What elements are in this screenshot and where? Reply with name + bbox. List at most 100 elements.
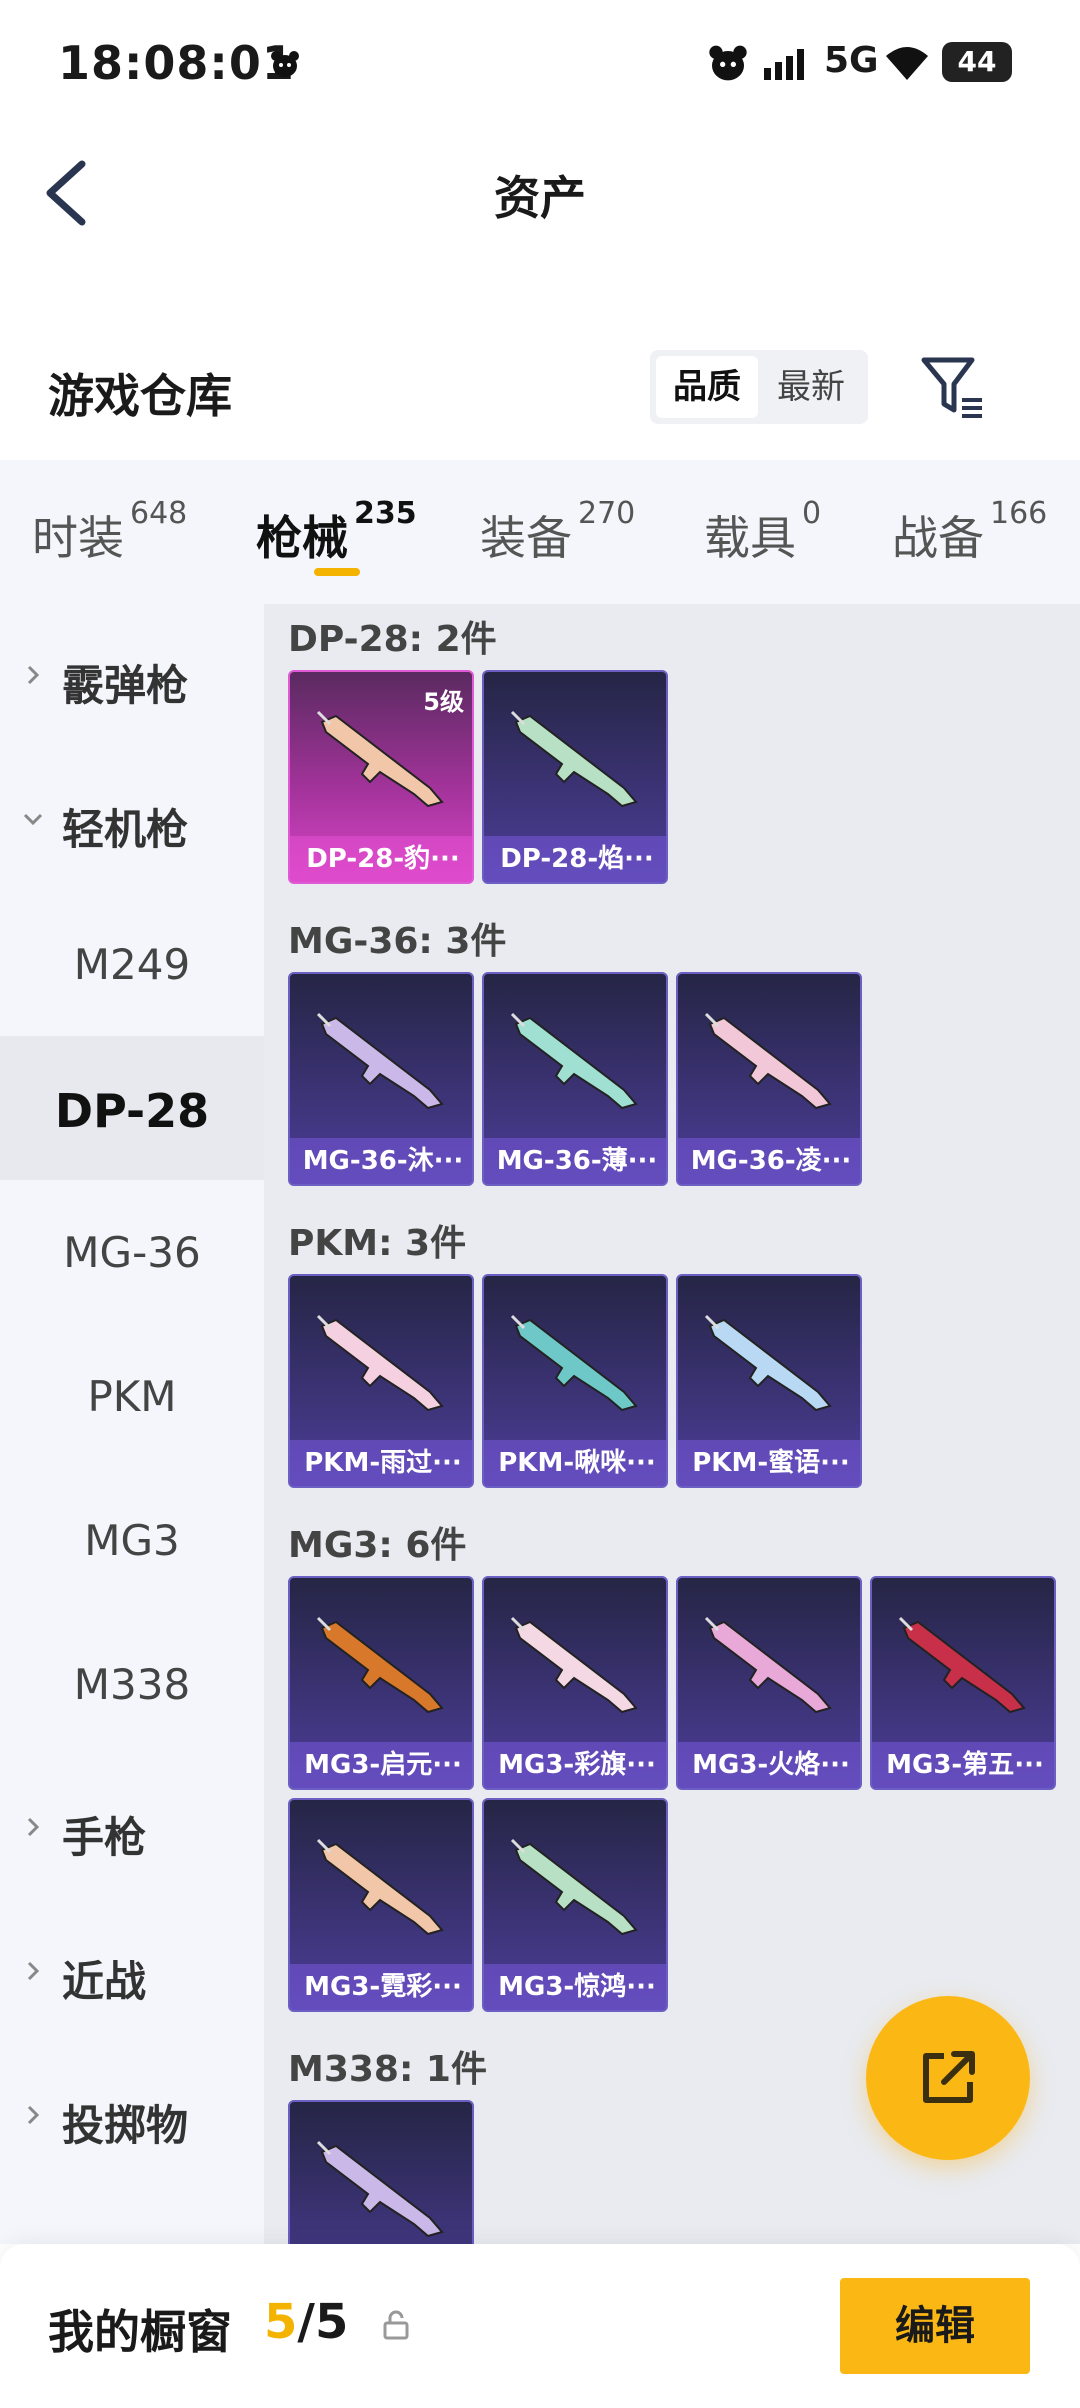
item-name: PKM-雨过··· <box>290 1440 472 1486</box>
item-card[interactable]: MG3-霓彩··· <box>288 1798 474 2012</box>
item-card[interactable]: MG-36-薄··· <box>482 972 668 1186</box>
tab-count: 270 <box>578 496 636 531</box>
item-name: DP-28-焰··· <box>484 836 666 882</box>
share-button[interactable] <box>866 1996 1030 2160</box>
sidebar-item[interactable]: 轻机枪 <box>0 748 264 892</box>
item-name: MG3-彩旗··· <box>484 1742 666 1788</box>
item-name: MG3-火烙··· <box>678 1742 860 1788</box>
external-link-icon <box>923 2051 975 2103</box>
item-card[interactable]: MG3-彩旗··· <box>482 1576 668 1790</box>
sidebar-item[interactable]: DP-28 <box>0 1036 264 1180</box>
sort-quality[interactable]: 品质 <box>656 356 758 418</box>
status-bar: 18:08:01 5G 44 <box>0 0 1080 130</box>
status-time: 18:08:01 <box>58 36 295 90</box>
item-name: MG-36-凌··· <box>678 1138 860 1184</box>
item-card[interactable]: MG-36-沐··· <box>288 972 474 1186</box>
chevron-right-icon <box>27 2105 40 2125</box>
gun-icon <box>898 1616 1026 1714</box>
item-name: MG3-霓彩··· <box>290 1964 472 2010</box>
tab-fashion[interactable]: 时装 648 <box>32 496 187 568</box>
tab-count: 235 <box>354 496 417 531</box>
gun-icon <box>704 1314 832 1412</box>
chevron-down-icon <box>23 813 43 826</box>
sidebar-item-label: 投掷物 <box>62 2101 189 2150</box>
sidebar-item[interactable]: 近战 <box>0 1900 264 2044</box>
group-heading: MG3: 6件 <box>288 1525 467 1566</box>
item-card[interactable]: MG3-启元··· <box>288 1576 474 1790</box>
gun-icon <box>316 1012 444 1110</box>
bear-icon <box>709 45 747 81</box>
item-card[interactable]: 5级 DP-28-豹··· <box>288 670 474 884</box>
category-tabs: 时装 648 枪械 235 装备 270 载具 0 战备 166 <box>0 460 1080 604</box>
item-card[interactable]: PKM-雨过··· <box>288 1274 474 1488</box>
chevron-right-icon <box>27 1961 40 1981</box>
showcase-bar: 我的橱窗 5/5 编辑 <box>0 2244 1080 2408</box>
sidebar-item-label: M338 <box>73 1660 191 1709</box>
sidebar-item[interactable]: MG-36 <box>0 1180 264 1324</box>
lock-icon <box>383 2310 409 2340</box>
tab-supplies[interactable]: 战备 166 <box>892 496 1047 568</box>
sidebar-item-label: DP-28 <box>54 1084 210 1138</box>
sidebar-item-label: M249 <box>73 940 191 989</box>
sidebar-item-label: MG3 <box>84 1516 180 1565</box>
sidebar-item-label: 轻机枪 <box>62 805 189 854</box>
sidebar-item[interactable]: 投掷物 <box>0 2044 264 2188</box>
tab-label: 枪械 <box>256 511 348 565</box>
sidebar-item[interactable]: PKM <box>0 1324 264 1468</box>
item-card[interactable]: MG3-第五··· <box>870 1576 1056 1790</box>
sidebar-item-label: 手枪 <box>62 1813 147 1862</box>
showcase-total: /5 <box>297 2294 349 2350</box>
item-card[interactable]: MG3-火烙··· <box>676 1576 862 1790</box>
sidebar-item-label: 霰弹枪 <box>62 661 189 710</box>
gun-icon <box>316 2140 444 2238</box>
gun-icon <box>510 710 638 808</box>
showcase-count: 5/5 <box>264 2294 348 2350</box>
wifi-icon <box>886 47 928 80</box>
item-card[interactable]: PKM-啾咪··· <box>482 1274 668 1488</box>
item-name: MG-36-沐··· <box>290 1138 472 1184</box>
item-card[interactable]: PKM-蜜语··· <box>676 1274 862 1488</box>
tab-vehicles[interactable]: 载具 0 <box>704 496 821 568</box>
tab-label: 载具 <box>704 511 796 565</box>
item-card[interactable]: MG-36-凌··· <box>676 972 862 1186</box>
gun-icon <box>316 1838 444 1936</box>
tab-label: 时装 <box>32 511 124 565</box>
group-heading: DP-28: 2件 <box>288 619 497 660</box>
active-tab-indicator <box>314 568 360 576</box>
tab-count: 166 <box>990 496 1048 531</box>
gun-icon <box>510 1012 638 1110</box>
tab-label: 装备 <box>480 511 572 565</box>
item-name: PKM-蜜语··· <box>678 1440 860 1486</box>
tab-guns[interactable]: 枪械 235 <box>256 496 417 568</box>
gun-icon <box>316 1314 444 1412</box>
tab-label: 战备 <box>892 511 984 565</box>
item-name: MG-36-薄··· <box>484 1138 666 1184</box>
tab-count: 648 <box>130 496 188 531</box>
sidebar-item[interactable]: MG3 <box>0 1468 264 1612</box>
chevron-right-icon <box>27 665 40 685</box>
section-title: 游戏仓库 <box>48 369 232 423</box>
signal-icon <box>764 49 804 80</box>
gun-icon <box>704 1616 832 1714</box>
sidebar-item[interactable]: M249 <box>0 892 264 1036</box>
item-card[interactable] <box>288 2100 474 2244</box>
tab-equipment[interactable]: 装备 270 <box>480 496 635 568</box>
sidebar-item[interactable]: M338 <box>0 1612 264 1756</box>
gun-icon <box>510 1838 638 1936</box>
sidebar-item-label: 近战 <box>62 1957 147 2006</box>
battery-indicator: 44 <box>942 42 1012 82</box>
item-name: MG3-惊鸿··· <box>484 1964 666 2010</box>
item-card[interactable]: MG3-惊鸿··· <box>482 1798 668 2012</box>
gun-icon <box>316 1616 444 1714</box>
sidebar-item-label: MG-36 <box>63 1228 201 1277</box>
bear-icon <box>271 51 299 77</box>
sort-latest[interactable]: 最新 <box>760 356 862 418</box>
edit-button[interactable]: 编辑 <box>840 2278 1030 2374</box>
chevron-right-icon <box>27 1817 40 1837</box>
filter-icon[interactable] <box>918 352 988 422</box>
group-heading: PKM: 3件 <box>288 1223 467 1264</box>
sidebar-item[interactable]: 手枪 <box>0 1756 264 1900</box>
sidebar-item[interactable]: 霰弹枪 <box>0 604 264 748</box>
item-card[interactable]: DP-28-焰··· <box>482 670 668 884</box>
item-name: DP-28-豹··· <box>290 836 472 882</box>
